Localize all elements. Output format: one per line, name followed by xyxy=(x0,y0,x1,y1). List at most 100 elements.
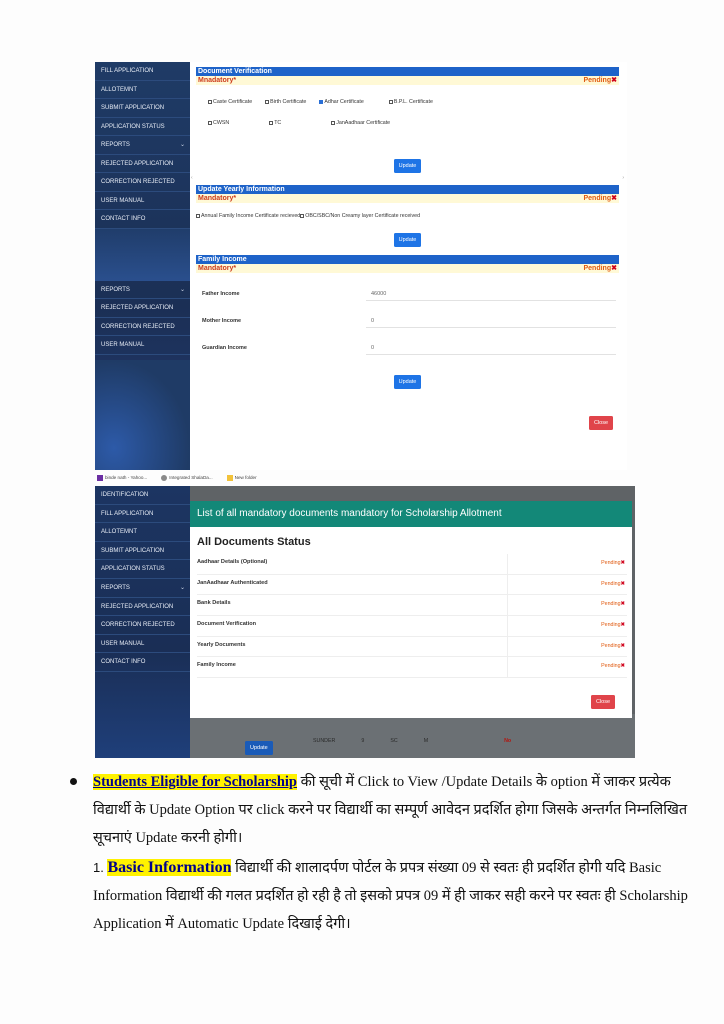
family-income-header: Family Income xyxy=(196,255,619,264)
mother-income-input[interactable]: 0 xyxy=(366,315,616,328)
sidebar-item-reports[interactable]: REPORTS ⌄ xyxy=(95,281,190,299)
bookmark-new-folder[interactable]: New folder xyxy=(226,474,257,481)
cross-icon: ✖ xyxy=(620,663,625,670)
sidebar-item-reports[interactable]: REPORTS ⌄ xyxy=(95,579,190,598)
sidebar-item-allotment[interactable]: ALLOTEMNT xyxy=(95,81,190,99)
bookmark-shaladarpan[interactable]: Integrated ShalaDa... xyxy=(161,474,213,481)
father-income-row: Father Income 46000 xyxy=(196,285,619,312)
checkbox-box[interactable] xyxy=(319,100,324,104)
sidebar-item-application-status[interactable]: APPLICATION STATUS xyxy=(95,118,190,136)
column-divider xyxy=(507,657,508,678)
status-badge: Pending✖ xyxy=(601,622,625,628)
checkbox-tc[interactable]: TC xyxy=(269,120,281,126)
sidebar-item-submit-application[interactable]: SUBMIT APPLICATION xyxy=(95,542,190,561)
sidebar-item-user-manual[interactable]: USER MANUAL xyxy=(95,192,190,210)
scroll-right-icon[interactable]: › xyxy=(622,175,624,181)
checkbox-box[interactable] xyxy=(265,100,270,104)
sidebar-item-contact-info[interactable]: CONTACT INFO xyxy=(95,210,190,229)
cross-icon: ✖ xyxy=(620,622,625,629)
sidebar-spacer xyxy=(95,228,190,281)
checkbox-box[interactable] xyxy=(208,100,212,104)
pending-label: Pending xyxy=(583,77,612,84)
cross-icon: ✖ xyxy=(611,265,617,272)
sidebar-item-correction-rejected[interactable]: CORRECTION REJECTED xyxy=(95,173,190,192)
bookmark-yahoo[interactable]: binde nath - Yahoo... xyxy=(97,474,147,481)
pending-label: Pending xyxy=(601,580,621,587)
sidebar-item-fill-application[interactable]: FILL APPLICATION xyxy=(95,62,190,81)
checkbox-box[interactable] xyxy=(388,100,393,104)
scroll-left-icon[interactable]: ‹ xyxy=(191,175,193,181)
sidebar-item-reports[interactable]: REPORTS ⌄ xyxy=(95,136,190,155)
list-item: Family Income Pending✖ xyxy=(197,657,627,679)
bullet-icon xyxy=(70,778,77,785)
highlight-basic-information: Basic Information xyxy=(107,859,232,876)
student-class: 9 xyxy=(361,738,365,744)
sidebar-item-user-manual[interactable]: USER MANUAL xyxy=(95,336,190,355)
sidebar: IDENTIFICATION FILL APPLICATION ALLOTEMN… xyxy=(95,486,190,758)
update-button[interactable]: Update xyxy=(393,159,422,173)
list-item: Yearly Documents Pending✖ xyxy=(197,636,627,658)
checkbox-janaadhaar-certificate[interactable]: JanAadhaar Certificate xyxy=(331,120,390,126)
sidebar-item-rejected-application[interactable]: REJECTED APPLICATION xyxy=(95,598,190,617)
sidebar-item-label: REPORTS xyxy=(101,584,130,591)
update-button[interactable]: Update xyxy=(393,375,422,389)
sidebar-item-submit-application[interactable]: SUBMIT APPLICATION xyxy=(95,99,190,118)
sidebar-item-correction-rejected[interactable]: CORRECTION REJECTED xyxy=(95,318,190,336)
cross-icon: ✖ xyxy=(620,560,625,566)
checkbox-box[interactable] xyxy=(331,121,336,125)
sidebar-item-fill-application[interactable]: FILL APPLICATION xyxy=(95,505,190,524)
column-divider xyxy=(507,636,508,657)
checkbox-income-certificate[interactable]: Annual Family Income Certificate recieve… xyxy=(196,213,300,219)
mandatory-label: Mandatory* xyxy=(198,265,237,272)
cross-icon: ✖ xyxy=(611,195,617,202)
document-name: Aadhaar Details (Optional) xyxy=(197,559,268,565)
folder-icon xyxy=(226,474,233,481)
sidebar-item-rejected-application[interactable]: REJECTED APPLICATION xyxy=(95,155,190,173)
checkbox-birth-certificate[interactable]: Birth Certificate xyxy=(265,99,306,105)
checkbox-bpl-certificate[interactable]: B.P.L. Certificate xyxy=(388,99,433,105)
chevron-down-icon: ⌄ xyxy=(179,584,185,591)
screenshot-application-form: FILL APPLICATION ALLOTEMNT SUBMIT APPLIC… xyxy=(95,62,627,470)
pending-label: Pending xyxy=(583,265,612,272)
paragraph-basic-information: 1. Basic Information विद्यार्थी की शालाद… xyxy=(93,854,693,938)
chevron-down-icon: ⌄ xyxy=(179,286,185,293)
close-button[interactable]: Close xyxy=(590,695,615,709)
sidebar-item-allotment[interactable]: ALLOTEMNT xyxy=(95,523,190,542)
checkbox-obc-certificate[interactable]: OBC/SBC/Non Creamy layer Certificate rec… xyxy=(300,213,420,219)
list-number: 1. xyxy=(93,860,104,875)
update-button[interactable]: Update xyxy=(245,741,273,755)
checkbox-cwsn[interactable]: CWSN xyxy=(208,120,229,126)
chevron-down-icon: ⌄ xyxy=(179,142,185,148)
father-income-input[interactable]: 46000 xyxy=(366,288,616,301)
update-button[interactable]: Update xyxy=(393,233,422,247)
checkbox-label: Annual Family Income Certificate recieve… xyxy=(201,213,301,219)
student-category: SC xyxy=(390,738,398,744)
checkbox-box[interactable] xyxy=(208,121,212,125)
checkbox-box[interactable] xyxy=(269,121,274,125)
background-update-area: Update xyxy=(245,736,273,755)
cross-icon: ✖ xyxy=(620,601,625,608)
cross-icon: ✖ xyxy=(611,77,617,84)
guardian-income-label: Guardian Income xyxy=(202,345,247,351)
checkbox-row: Caste Certificate Birth Certificate Adha… xyxy=(196,99,619,105)
sidebar-item-correction-rejected[interactable]: CORRECTION REJECTED xyxy=(95,616,190,635)
sidebar-item-identification[interactable]: IDENTIFICATION xyxy=(95,486,190,505)
checkbox-box[interactable] xyxy=(196,214,200,218)
student-gender: M xyxy=(423,738,429,744)
paragraph-eligible-students: Students Eligible for Scholarship की सूच… xyxy=(93,768,693,852)
sidebar-item-user-manual[interactable]: USER MANUAL xyxy=(95,635,190,654)
sidebar-item-application-status[interactable]: APPLICATION STATUS xyxy=(95,560,190,579)
highlight-eligible-students: Students Eligible for Scholarship xyxy=(93,774,297,790)
status-badge: Pending✖ xyxy=(584,76,618,85)
guardian-income-input[interactable]: 0 xyxy=(366,342,616,355)
yearly-info-subheader: Mandatory* Pending✖ xyxy=(196,194,619,203)
close-button[interactable]: Close xyxy=(588,416,613,430)
status-badge: Pending✖ xyxy=(584,194,618,203)
checkbox-caste-certificate[interactable]: Caste Certificate xyxy=(208,99,252,105)
checkbox-box[interactable] xyxy=(300,214,305,218)
checkbox-adhar-certificate[interactable]: Adhar Certificate xyxy=(319,99,364,105)
sidebar-item-rejected-application[interactable]: REJECTED APPLICATION xyxy=(95,299,190,318)
checkbox-label: Caste Certificate xyxy=(213,99,253,105)
sidebar-item-contact-info[interactable]: CONTACT INFO xyxy=(95,653,190,672)
column-divider xyxy=(507,595,508,616)
